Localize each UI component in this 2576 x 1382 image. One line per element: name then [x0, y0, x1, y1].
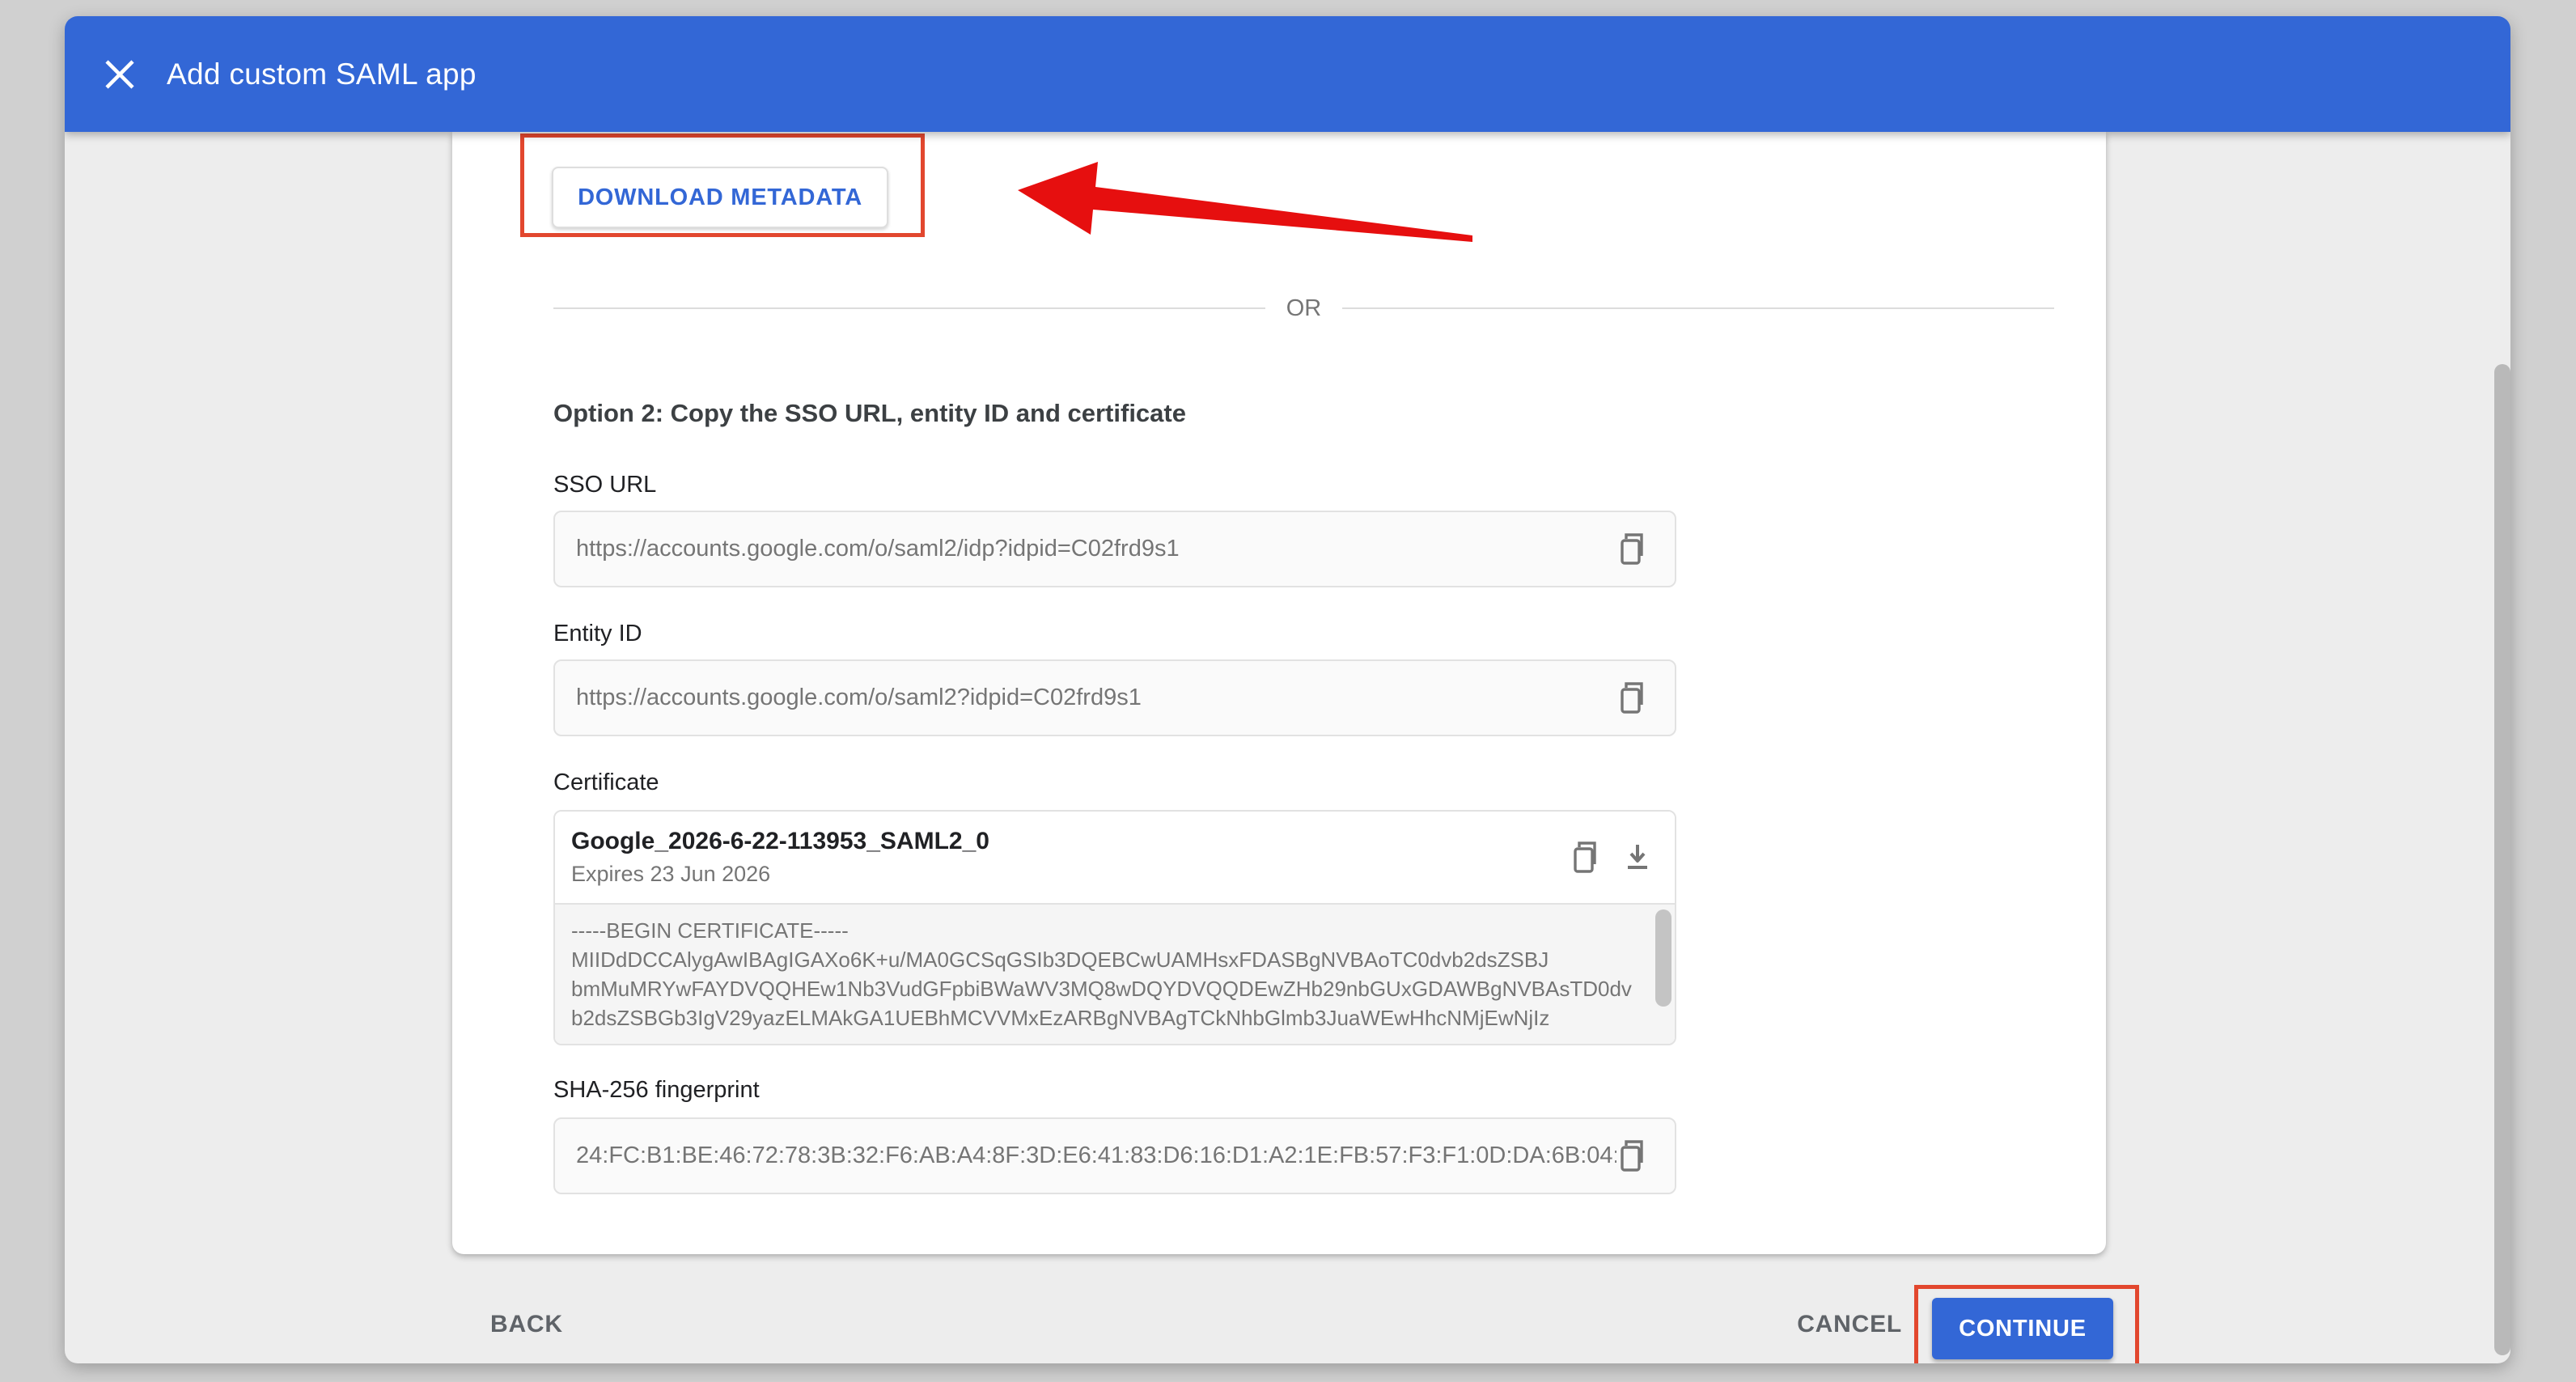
- copy-icon: [1620, 533, 1649, 566]
- pem-line: bmMuMRYwFAYDVQQHEw1Nb3VudGFpbiBWaWV3MQ8w…: [571, 974, 1642, 1003]
- certificate-header-row: Google_2026-6-22-113953_SAML2_0 Expires …: [555, 812, 1675, 903]
- copy-sso-url-button[interactable]: [1616, 532, 1652, 567]
- option2-heading: Option 2: Copy the SSO URL, entity ID an…: [553, 399, 1186, 428]
- sso-url-value: https://accounts.google.com/o/saml2/idp?…: [576, 536, 1616, 562]
- sha256-label: SHA-256 fingerprint: [553, 1077, 760, 1104]
- divider-line-right: [1342, 307, 2054, 309]
- divider-line-left: [553, 307, 1265, 309]
- sso-url-field: https://accounts.google.com/o/saml2/idp?…: [553, 511, 1676, 587]
- continue-button[interactable]: CONTINUE: [1932, 1298, 2113, 1359]
- back-button[interactable]: BACK: [490, 1311, 563, 1338]
- sso-url-label: SSO URL: [553, 472, 656, 498]
- or-divider: OR: [553, 292, 2054, 324]
- content-card: DOWNLOAD METADATA OR Option 2: Copy the …: [452, 132, 2106, 1254]
- certificate-scrollbar-thumb[interactable]: [1655, 909, 1671, 1007]
- dialog-header: Add custom SAML app: [65, 16, 2510, 132]
- certificate-card: Google_2026-6-22-113953_SAML2_0 Expires …: [553, 810, 1676, 1045]
- pem-line: b2dsZSBGb3IgV29yazELMAkGA1UEBhMCVVMxEzAR…: [571, 1003, 1642, 1032]
- certificate-name: Google_2026-6-22-113953_SAML2_0: [571, 828, 1570, 855]
- download-metadata-button[interactable]: DOWNLOAD METADATA: [552, 167, 888, 228]
- copy-icon: [1620, 682, 1649, 714]
- download-certificate-button[interactable]: [1620, 840, 1655, 875]
- entity-id-value: https://accounts.google.com/o/saml2?idpi…: [576, 685, 1616, 711]
- copy-certificate-button[interactable]: [1570, 840, 1605, 875]
- close-icon: [102, 57, 138, 92]
- cancel-button[interactable]: CANCEL: [1797, 1311, 1902, 1338]
- copy-sha256-button[interactable]: [1616, 1138, 1652, 1174]
- add-custom-saml-app-dialog: Add custom SAML app DOWNLOAD METADATA OR…: [65, 16, 2510, 1363]
- certificate-label: Certificate: [553, 769, 659, 796]
- copy-icon: [1620, 1140, 1649, 1172]
- close-button[interactable]: [95, 50, 144, 99]
- entity-id-label: Entity ID: [553, 621, 642, 647]
- download-icon: [1623, 841, 1652, 874]
- dialog-title: Add custom SAML app: [167, 57, 477, 91]
- pem-line: MIIDdDCCAlygAwIBAgIGAXo6K+u/MA0GCSqGSIb3…: [571, 945, 1642, 974]
- copy-entity-id-button[interactable]: [1616, 680, 1652, 716]
- certificate-expiry: Expires 23 Jun 2026: [571, 862, 1570, 887]
- dialog-scrollbar-thumb[interactable]: [2494, 364, 2510, 1355]
- certificate-pem-scroll-area[interactable]: -----BEGIN CERTIFICATE----- MIIDdDCCAlyg…: [555, 903, 1675, 1044]
- copy-icon: [1573, 841, 1602, 874]
- sha256-value: 24:FC:B1:BE:46:72:78:3B:32:F6:AB:A4:8F:3…: [576, 1142, 1616, 1169]
- entity-id-field: https://accounts.google.com/o/saml2?idpi…: [553, 659, 1676, 736]
- annotation-arrow: [1011, 146, 1497, 259]
- sha256-field: 24:FC:B1:BE:46:72:78:3B:32:F6:AB:A4:8F:3…: [553, 1117, 1676, 1194]
- or-divider-text: OR: [1265, 295, 1343, 322]
- pem-line: -----BEGIN CERTIFICATE-----: [571, 916, 1642, 945]
